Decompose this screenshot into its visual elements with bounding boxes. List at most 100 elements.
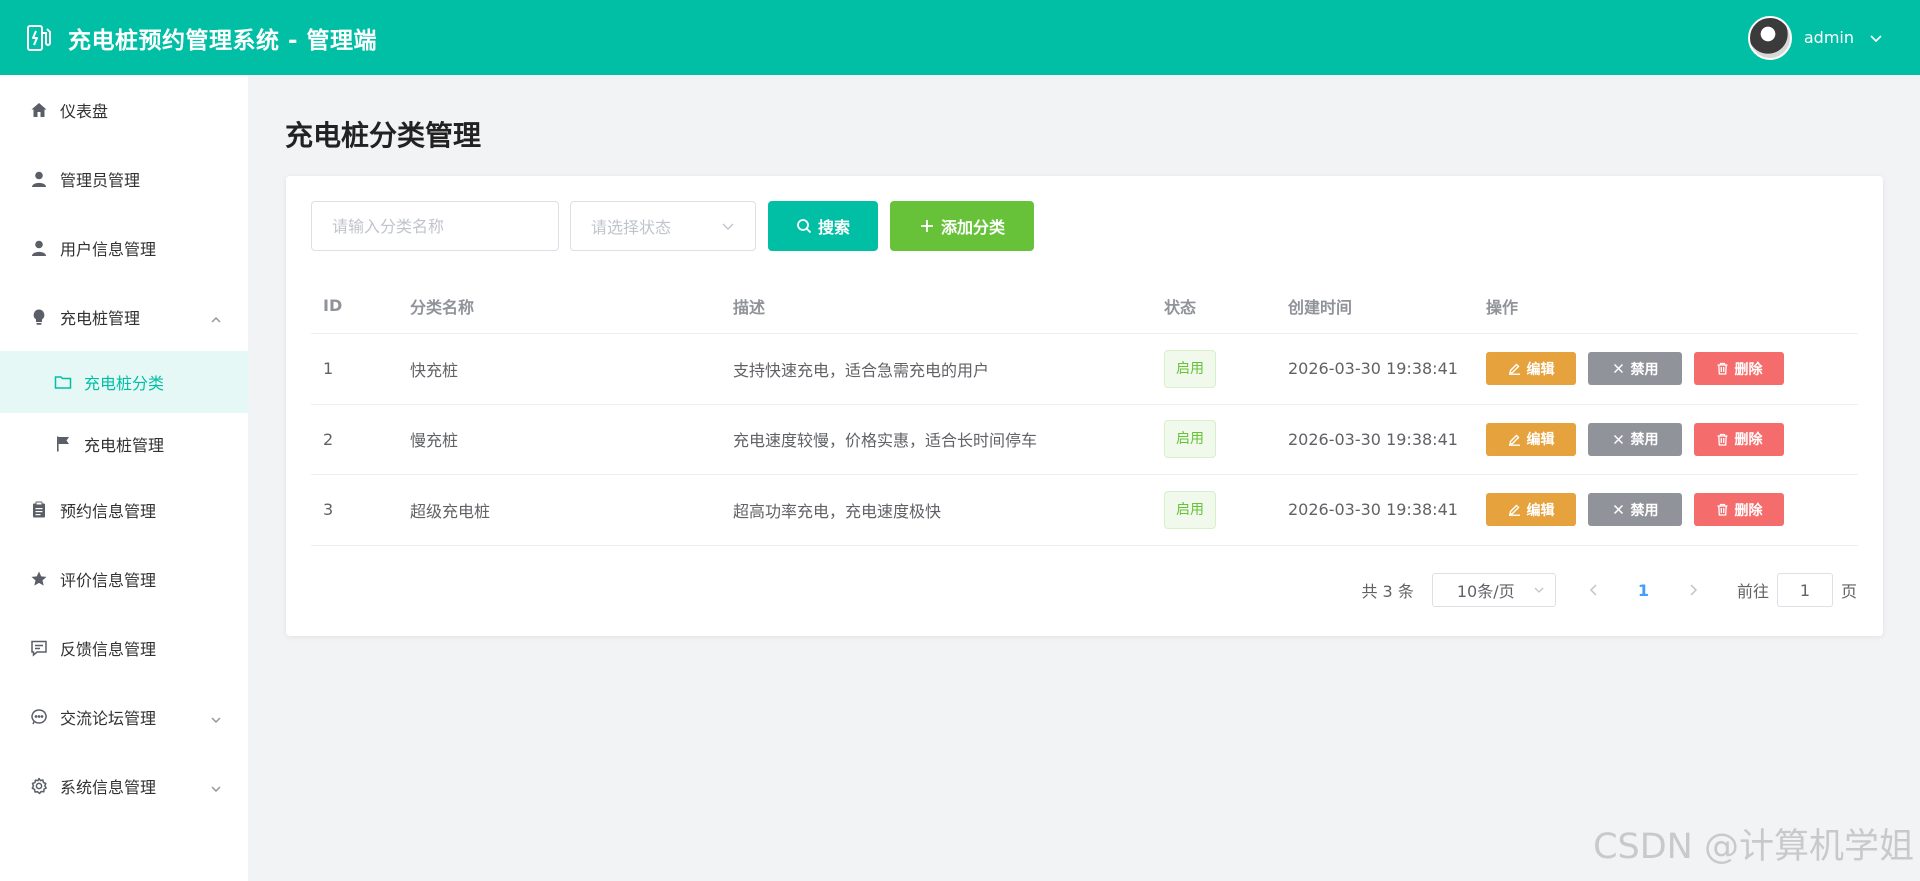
trash-icon <box>1716 362 1729 375</box>
charging-station-icon <box>24 23 54 53</box>
cell-description: 超高功率充电，充电速度极快 <box>733 501 942 521</box>
sidebar-item-reviews[interactable]: 评价信息管理 <box>0 544 248 613</box>
user-menu[interactable]: admin <box>1747 15 1884 60</box>
search-button-label: 搜索 <box>817 218 850 237</box>
user-icon <box>30 239 48 257</box>
user-name: admin <box>1803 28 1854 47</box>
pagination-total: 共 3 条 <box>1361 582 1414 601</box>
search-icon <box>796 218 812 234</box>
cell-description: 充电速度较慢，价格实惠，适合长时间停车 <box>733 431 1038 451</box>
status-select[interactable]: 请选择状态 <box>570 201 756 251</box>
pencil-icon <box>1508 503 1521 517</box>
sidebar-item-label: 仪表盘 <box>60 101 109 121</box>
page-size-select[interactable]: 10条/页 <box>1431 573 1556 607</box>
cell-id: 1 <box>323 359 334 379</box>
bulb-icon <box>30 308 48 326</box>
cell-status: 启用 <box>1164 420 1288 459</box>
cell-actions: 编辑 禁用 删除 <box>1486 422 1858 456</box>
sidebar-item-users[interactable]: 用户信息管理 <box>0 213 248 282</box>
content-card: 请选择状态 搜索 添加分类 ID 分类名称 描述 状态 创建时间 操作 <box>286 176 1883 636</box>
delete-button-label: 删除 <box>1734 502 1763 519</box>
add-category-button-label: 添加分类 <box>940 218 1005 237</box>
sidebar-item-charger-management[interactable]: 充电桩管理 <box>0 282 248 351</box>
star-icon <box>30 570 48 588</box>
status-badge: 启用 <box>1164 420 1216 459</box>
flag-icon <box>54 435 72 453</box>
table-row: 3 超级充电桩 超高功率充电，充电速度极快 启用 2026-03-30 19:3… <box>311 475 1858 546</box>
sidebar-item-dashboard[interactable]: 仪表盘 <box>0 75 248 144</box>
disable-button[interactable]: 禁用 <box>1588 493 1682 527</box>
filter-toolbar: 请选择状态 搜索 添加分类 <box>311 201 1034 251</box>
folder-icon <box>54 373 72 391</box>
sidebar-item-label: 用户信息管理 <box>60 239 157 259</box>
top-header: 充电桩预约管理系统 - 管理端 admin <box>0 0 1920 75</box>
edit-button-label: 编辑 <box>1526 432 1555 449</box>
app-title: 充电桩预约管理系统 - 管理端 <box>68 27 378 54</box>
disable-button-label: 禁用 <box>1630 432 1659 449</box>
sidebar-item-admins[interactable]: 管理员管理 <box>0 144 248 213</box>
page-number-current[interactable]: 1 <box>1638 581 1649 600</box>
delete-button[interactable]: 删除 <box>1694 493 1784 527</box>
delete-button[interactable]: 删除 <box>1694 352 1784 386</box>
edit-button-label: 编辑 <box>1526 361 1555 378</box>
avatar[interactable] <box>1747 15 1792 60</box>
column-header-created-time: 创建时间 <box>1288 297 1353 317</box>
trash-icon <box>1716 503 1729 516</box>
message-icon <box>30 639 48 657</box>
plus-icon <box>919 218 935 234</box>
delete-button[interactable]: 删除 <box>1694 422 1784 456</box>
edit-button[interactable]: 编辑 <box>1486 493 1576 527</box>
cell-status: 启用 <box>1164 490 1288 529</box>
brand: 充电桩预约管理系统 - 管理端 <box>24 21 377 55</box>
table-row: 1 快充桩 支持快速充电，适合急需充电的用户 启用 2026-03-30 19:… <box>311 334 1858 405</box>
pagination: 共 3 条 10条/页 1 前往 1 页 <box>1361 573 1857 607</box>
sidebar-item-label: 反馈信息管理 <box>60 639 157 659</box>
sidebar-subitem-label: 充电桩管理 <box>84 436 165 455</box>
next-page-icon[interactable] <box>1685 582 1701 598</box>
goto-prefix: 前往 <box>1736 582 1769 601</box>
close-icon <box>1612 433 1625 446</box>
status-select-placeholder: 请选择状态 <box>591 218 672 237</box>
prev-page-icon[interactable] <box>1586 582 1602 598</box>
cell-name: 慢充桩 <box>410 431 459 451</box>
cell-name: 快充桩 <box>410 360 459 380</box>
chevron-down-icon <box>210 780 222 792</box>
cell-actions: 编辑 禁用 删除 <box>1486 493 1858 527</box>
category-name-input[interactable] <box>311 201 559 251</box>
chevron-down-icon <box>1533 584 1545 596</box>
cell-created-time: 2026-03-30 19:38:41 <box>1288 359 1458 379</box>
edit-button[interactable]: 编辑 <box>1486 352 1576 386</box>
page-title: 充电桩分类管理 <box>285 119 482 152</box>
goto-suffix: 页 <box>1840 582 1857 601</box>
delete-button-label: 删除 <box>1734 361 1763 378</box>
disable-button[interactable]: 禁用 <box>1588 422 1682 456</box>
trash-icon <box>1716 433 1729 446</box>
column-header-description: 描述 <box>733 297 766 317</box>
cell-description: 支持快速充电，适合急需充电的用户 <box>733 360 990 380</box>
sidebar-subitem-charger-management[interactable]: 充电桩管理 <box>0 413 248 475</box>
category-table: ID 分类名称 描述 状态 创建时间 操作 1 快充桩 支持快速充电，适合急需充… <box>311 278 1858 546</box>
disable-button-label: 禁用 <box>1630 361 1659 378</box>
sidebar-item-forum[interactable]: 交流论坛管理 <box>0 682 248 751</box>
search-button[interactable]: 搜索 <box>768 201 878 251</box>
disable-button[interactable]: 禁用 <box>1588 352 1682 386</box>
delete-button-label: 删除 <box>1734 432 1763 449</box>
sidebar: 仪表盘 管理员管理 用户信息管理 充电桩管理 充电桩分类 充电桩管理 预约信息管… <box>0 75 248 881</box>
sidebar-item-system[interactable]: 系统信息管理 <box>0 751 248 820</box>
cell-actions: 编辑 禁用 删除 <box>1486 352 1858 386</box>
column-header-id: ID <box>323 296 343 315</box>
sidebar-subitem-label: 充电桩分类 <box>84 374 165 393</box>
add-category-button[interactable]: 添加分类 <box>890 201 1034 251</box>
pencil-icon <box>1508 362 1521 376</box>
user-icon <box>30 170 48 188</box>
table-row: 2 慢充桩 充电速度较慢，价格实惠，适合长时间停车 启用 2026-03-30 … <box>311 405 1858 475</box>
goto-page-input[interactable]: 1 <box>1776 573 1833 607</box>
sidebar-item-reservations[interactable]: 预约信息管理 <box>0 475 248 544</box>
sidebar-item-label: 管理员管理 <box>60 170 141 190</box>
status-badge: 启用 <box>1164 349 1216 388</box>
sidebar-item-label: 充电桩管理 <box>60 308 141 328</box>
sidebar-subitem-charger-category[interactable]: 充电桩分类 <box>0 351 248 413</box>
cell-name: 超级充电桩 <box>410 501 491 521</box>
sidebar-item-feedback[interactable]: 反馈信息管理 <box>0 613 248 682</box>
edit-button[interactable]: 编辑 <box>1486 422 1576 456</box>
